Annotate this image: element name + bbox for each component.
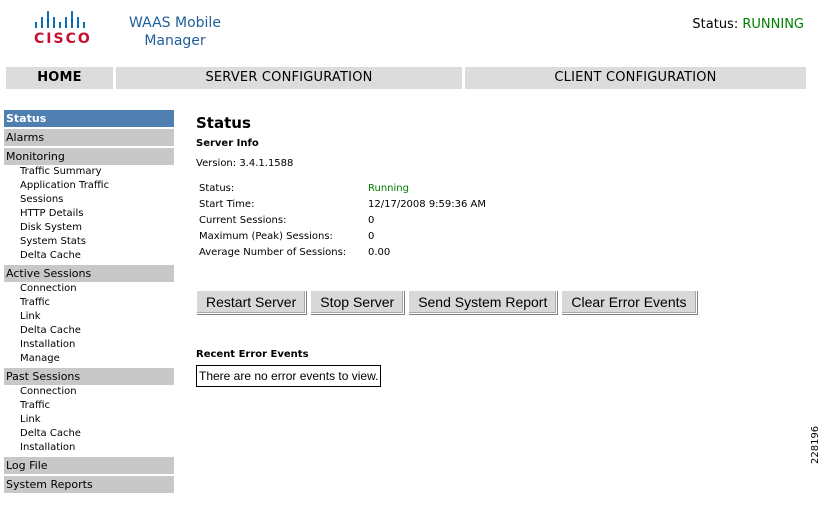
page-title: Status xyxy=(196,114,251,132)
sidebar-item-active-delta-cache[interactable]: Delta Cache xyxy=(4,324,174,338)
restart-server-button[interactable]: Restart Server xyxy=(196,290,307,314)
top-navigation: HOME SERVER CONFIGURATION CLIENT CONFIGU… xyxy=(6,67,806,89)
info-label: Maximum (Peak) Sessions: xyxy=(199,231,333,242)
sidebar-item-status[interactable]: Status xyxy=(4,110,174,127)
sidebar-item-active-manage[interactable]: Manage xyxy=(4,352,174,366)
sidebar-item-past-delta-cache[interactable]: Delta Cache xyxy=(4,427,174,441)
sidebar-item-active-connection[interactable]: Connection xyxy=(4,282,174,296)
cisco-logo: CISCO xyxy=(34,10,106,50)
info-value: 12/17/2008 9:59:36 AM xyxy=(368,199,487,210)
info-label: Average Number of Sessions: xyxy=(199,247,347,258)
sidebar-item-past-installation[interactable]: Installation xyxy=(4,441,174,455)
sidebar: Status Alarms Monitoring Traffic Summary… xyxy=(4,110,174,495)
send-system-report-button[interactable]: Send System Report xyxy=(408,290,558,314)
server-status-value: RUNNING xyxy=(742,17,804,32)
app-title-line1: WAAS Mobile xyxy=(129,15,221,31)
info-label: Current Sessions: xyxy=(199,215,287,226)
main-content: Status Server Info Version: 3.4.1.1588 S… xyxy=(196,114,796,387)
sidebar-item-application-traffic[interactable]: Application Traffic xyxy=(4,179,174,193)
info-row-peak-sessions: Maximum (Peak) Sessions: 0 xyxy=(199,229,619,245)
tab-home[interactable]: HOME xyxy=(6,67,113,89)
clear-error-events-button[interactable]: Clear Error Events xyxy=(561,290,697,314)
app-title-line2: Manager xyxy=(144,33,206,49)
sidebar-item-monitoring-delta-cache[interactable]: Delta Cache xyxy=(4,249,174,263)
server-status-indicator: Status: RUNNING xyxy=(692,17,804,32)
sidebar-section-monitoring[interactable]: Monitoring xyxy=(4,148,174,165)
sidebar-item-system-stats[interactable]: System Stats xyxy=(4,235,174,249)
tab-client-configuration[interactable]: CLIENT CONFIGURATION xyxy=(465,67,806,89)
info-label: Start Time: xyxy=(199,199,255,210)
sidebar-section-active-sessions[interactable]: Active Sessions xyxy=(4,265,174,282)
sidebar-item-active-link[interactable]: Link xyxy=(4,310,174,324)
sidebar-item-system-reports[interactable]: System Reports xyxy=(4,476,174,493)
info-value: 0 xyxy=(368,231,375,242)
server-actions: Restart Server Stop Server Send System R… xyxy=(196,290,697,314)
server-info-heading: Server Info xyxy=(196,138,259,149)
sidebar-item-disk-system[interactable]: Disk System xyxy=(4,221,174,235)
figure-id: 228196 xyxy=(810,425,821,464)
recent-error-events-box: There are no error events to view. xyxy=(196,365,382,387)
info-value: 0.00 xyxy=(368,247,391,258)
tab-server-configuration[interactable]: SERVER CONFIGURATION xyxy=(116,67,462,89)
info-row-status: Status: Running xyxy=(199,181,619,197)
sidebar-item-past-connection[interactable]: Connection xyxy=(4,385,174,399)
sidebar-item-active-traffic[interactable]: Traffic xyxy=(4,296,174,310)
info-row-average-sessions: Average Number of Sessions: 0.00 xyxy=(199,245,619,261)
info-value: 0 xyxy=(368,215,375,226)
sidebar-item-http-details[interactable]: HTTP Details xyxy=(4,207,174,221)
sidebar-section-past-sessions[interactable]: Past Sessions xyxy=(4,368,174,385)
sidebar-item-active-installation[interactable]: Installation xyxy=(4,338,174,352)
server-info-table: Status: Running Start Time: 12/17/2008 9… xyxy=(199,181,619,261)
info-row-start-time: Start Time: 12/17/2008 9:59:36 AM xyxy=(199,197,619,213)
server-version: Version: 3.4.1.1588 xyxy=(196,158,294,169)
cisco-bars-icon xyxy=(34,10,106,28)
sidebar-item-past-traffic[interactable]: Traffic xyxy=(4,399,174,413)
stop-server-button[interactable]: Stop Server xyxy=(310,290,405,314)
info-row-current-sessions: Current Sessions: 0 xyxy=(199,213,619,229)
app-title: WAAS Mobile Manager xyxy=(120,14,230,50)
recent-error-events-heading: Recent Error Events xyxy=(196,349,309,360)
cisco-wordmark: CISCO xyxy=(34,31,92,47)
sidebar-item-log-file[interactable]: Log File xyxy=(4,457,174,474)
server-status-label: Status: xyxy=(692,17,739,32)
sidebar-item-sessions[interactable]: Sessions xyxy=(4,193,174,207)
sidebar-item-alarms[interactable]: Alarms xyxy=(4,129,174,146)
info-label: Status: xyxy=(199,183,235,194)
info-value: Running xyxy=(368,183,409,194)
sidebar-item-traffic-summary[interactable]: Traffic Summary xyxy=(4,165,174,179)
sidebar-item-past-link[interactable]: Link xyxy=(4,413,174,427)
